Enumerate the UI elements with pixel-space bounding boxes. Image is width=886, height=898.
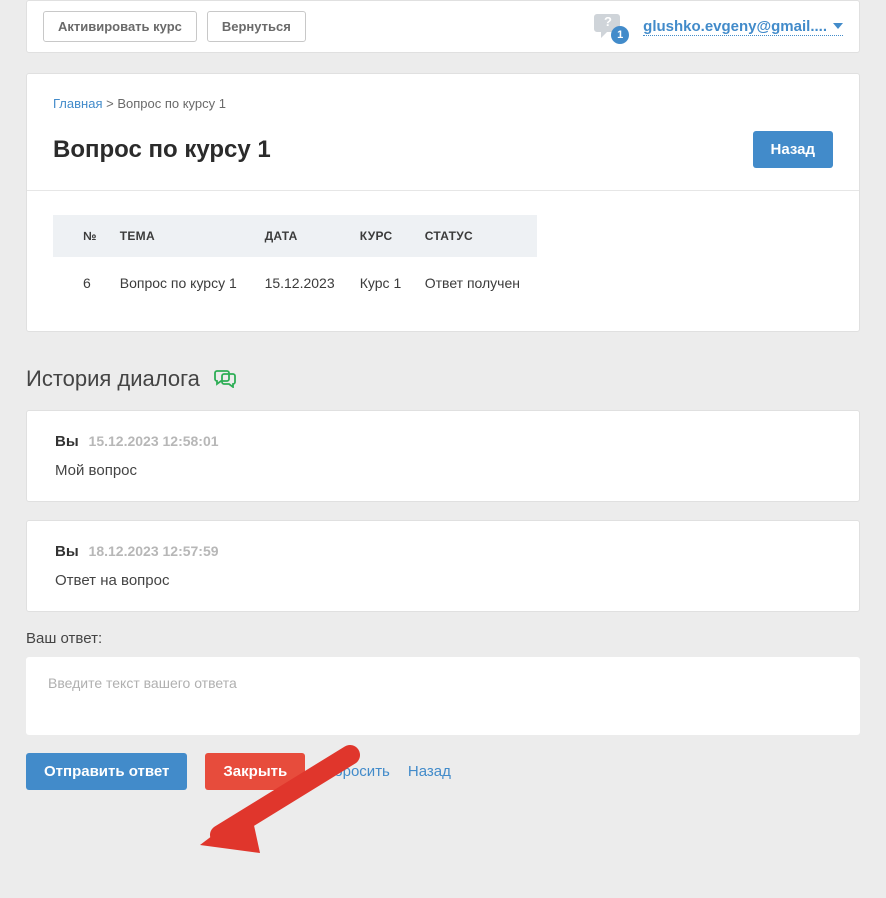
message-meta: Вы 15.12.2023 12:58:01: [55, 433, 831, 450]
topbar-right: ? 1 glushko.evgeny@gmail....: [593, 12, 843, 42]
message-author: Вы: [55, 433, 79, 450]
user-menu[interactable]: glushko.evgeny@gmail....: [643, 18, 843, 36]
message-card: Вы 15.12.2023 12:58:01 Мой вопрос: [26, 410, 860, 502]
cell-course: Курс 1: [350, 257, 415, 309]
th-course: КУРС: [350, 215, 415, 257]
cell-status: Ответ получен: [415, 257, 537, 309]
message-author: Вы: [55, 543, 79, 560]
reply-label: Ваш ответ:: [26, 630, 860, 647]
th-date: ДАТА: [255, 215, 350, 257]
divider: [27, 190, 859, 191]
question-card: Главная > Вопрос по курсу 1 Вопрос по ку…: [26, 73, 860, 332]
chat-icon: [214, 370, 236, 388]
message-timestamp: 18.12.2023 12:57:59: [89, 543, 219, 559]
reply-placeholder: Введите текст вашего ответа: [48, 675, 237, 691]
message-body: Мой вопрос: [55, 462, 831, 479]
cell-num: 6: [53, 257, 110, 309]
reply-input[interactable]: Введите текст вашего ответа: [26, 657, 860, 735]
topbar: Активировать курс Вернуться ? 1 glushko.…: [26, 0, 860, 53]
chevron-down-icon: [833, 23, 843, 29]
message-body: Ответ на вопрос: [55, 572, 831, 589]
actions-row: Отправить ответ Закрыть Сбросить Назад: [26, 753, 860, 790]
title-row: Вопрос по курсу 1 Назад: [53, 131, 833, 168]
breadcrumb: Главная > Вопрос по курсу 1: [53, 96, 833, 111]
history-header: История диалога: [26, 366, 860, 392]
breadcrumb-sep: >: [106, 96, 117, 111]
notif-badge: 1: [611, 26, 629, 44]
th-status: СТАТУС: [415, 215, 537, 257]
cell-date: 15.12.2023: [255, 257, 350, 309]
history-title: История диалога: [26, 366, 200, 392]
breadcrumb-current: Вопрос по курсу 1: [117, 96, 226, 111]
table-header-row: № ТЕМА ДАТА КУРС СТАТУС: [53, 215, 537, 257]
message-meta: Вы 18.12.2023 12:57:59: [55, 543, 831, 560]
svg-text:?: ?: [604, 14, 612, 29]
th-topic: ТЕМА: [110, 215, 255, 257]
user-email-text: glushko.evgeny@gmail....: [643, 18, 827, 35]
table-row: 6 Вопрос по курсу 1 15.12.2023 Курс 1 От…: [53, 257, 537, 309]
back-link[interactable]: Назад: [408, 763, 451, 780]
return-button[interactable]: Вернуться: [207, 11, 306, 42]
question-table: № ТЕМА ДАТА КУРС СТАТУС 6 Вопрос по курс…: [53, 215, 537, 309]
activate-course-button[interactable]: Активировать курс: [43, 11, 197, 42]
notifications-icon[interactable]: ? 1: [593, 12, 627, 42]
th-num: №: [53, 215, 110, 257]
back-button[interactable]: Назад: [753, 131, 833, 168]
cell-topic: Вопрос по курсу 1: [110, 257, 255, 309]
breadcrumb-home[interactable]: Главная: [53, 96, 102, 111]
reset-link[interactable]: Сбросить: [323, 763, 390, 780]
message-card: Вы 18.12.2023 12:57:59 Ответ на вопрос: [26, 520, 860, 612]
topbar-left: Активировать курс Вернуться: [43, 11, 306, 42]
message-timestamp: 15.12.2023 12:58:01: [89, 433, 219, 449]
close-button[interactable]: Закрыть: [205, 753, 305, 790]
page-title: Вопрос по курсу 1: [53, 136, 271, 164]
send-answer-button[interactable]: Отправить ответ: [26, 753, 187, 790]
